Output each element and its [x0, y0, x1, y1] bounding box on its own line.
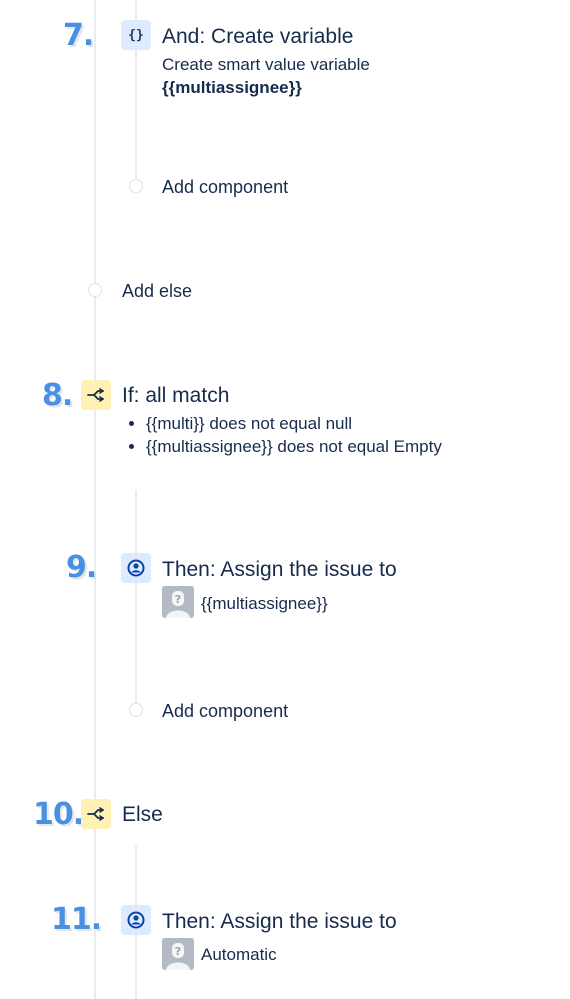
svg-text:?: ? — [175, 945, 181, 958]
step-11-title[interactable]: Then: Assign the issue to — [162, 909, 397, 935]
step-number-7: 7. — [63, 18, 94, 53]
default-avatar-icon: ? — [162, 938, 194, 970]
branch-icon-glyph — [87, 807, 104, 821]
step-number-9: 9. — [66, 550, 97, 585]
branch-icon[interactable] — [81, 380, 111, 410]
user-circle-icon[interactable] — [121, 905, 151, 935]
add-component-link[interactable]: Add component — [162, 700, 288, 722]
avatar-glyph: ? — [162, 938, 194, 970]
default-avatar-icon: ? — [162, 586, 194, 618]
branch-icon-glyph — [87, 388, 104, 402]
step-7-variable-name: {{multiassignee}} — [162, 78, 302, 97]
step-7-description: Create smart value variable — [162, 55, 370, 74]
step-9-assignee: {{multiassignee}} — [201, 594, 328, 613]
add-component-dot — [129, 179, 143, 193]
add-component-link[interactable]: Add component — [162, 176, 288, 198]
step-7-title[interactable]: And: Create variable — [162, 24, 353, 50]
step-11-assignee: Automatic — [201, 945, 277, 964]
step-number-8: 8. — [42, 378, 73, 413]
svg-text:?: ? — [175, 593, 181, 606]
user-circle-glyph — [127, 559, 145, 577]
add-else-dot — [88, 283, 102, 297]
main-connector-line — [94, 0, 96, 999]
user-circle-glyph — [127, 911, 145, 929]
step-10-title[interactable]: Else — [122, 802, 163, 828]
add-else-link[interactable]: Add else — [122, 280, 192, 302]
step-number-10: 10. — [33, 797, 84, 832]
avatar-glyph: ? — [162, 586, 194, 618]
condition-list: {{multi}} does not equal null {{multiass… — [124, 412, 446, 458]
add-component-dot — [129, 703, 143, 717]
step-number-11: 11. — [51, 902, 102, 937]
branch-connector-line-middle — [135, 490, 137, 705]
curly-braces-icon[interactable]: {} — [121, 20, 151, 50]
condition-item: {{multi}} does not equal null — [146, 412, 446, 435]
step-8-title[interactable]: If: all match — [122, 383, 229, 409]
condition-item: {{multiassignee}} does not equal Empty — [146, 435, 446, 458]
step-9-title[interactable]: Then: Assign the issue to — [162, 557, 397, 583]
branch-icon[interactable] — [81, 799, 111, 829]
user-circle-icon[interactable] — [121, 553, 151, 583]
